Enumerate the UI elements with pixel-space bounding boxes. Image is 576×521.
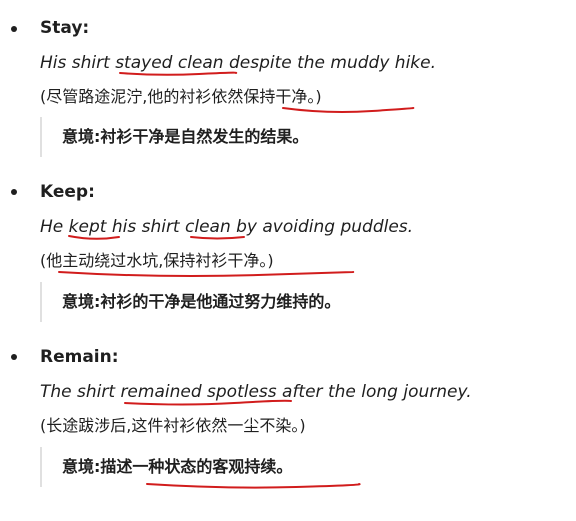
term-heading: Stay: xyxy=(40,17,89,39)
red-underline xyxy=(119,70,238,78)
red-underline xyxy=(58,270,355,278)
highlighted-translation: 他主动绕过水坑,保持衬衫干净。 xyxy=(46,251,268,270)
note-text-part: 意境:描述 xyxy=(62,457,133,476)
term-label: Keep xyxy=(40,182,89,202)
translation: (长途跋涉后,这件衬衫依然一尘不染。) xyxy=(40,415,306,437)
note-block: 意境:衬衫干净是自然发生的结果。 xyxy=(40,117,562,157)
term-heading: Remain: xyxy=(40,346,119,368)
example-text: after the long journey. xyxy=(276,382,472,402)
note-block: 意境:描述一种状态的客观持续。 xyxy=(40,447,562,487)
bullet xyxy=(11,189,17,195)
note-text: 意境:描述一种状态的客观持续。 xyxy=(62,456,292,478)
example-text: His shirt xyxy=(40,53,116,73)
translation-text: (尽管路途泥泞,他的衬衫 xyxy=(40,87,212,106)
bullet xyxy=(11,354,17,360)
red-underline xyxy=(146,482,361,490)
term-heading: Keep: xyxy=(40,181,95,203)
note-block: 意境:衬衫的干净是他通过努力维持的。 xyxy=(40,282,562,322)
red-underline xyxy=(282,106,415,114)
term-colon: : xyxy=(82,18,90,38)
term-colon: : xyxy=(111,347,119,367)
translation: (他主动绕过水坑,保持衬衫干净。) xyxy=(40,250,274,272)
translation: (尽管路途泥泞,他的衬衫依然保持干净。) xyxy=(40,86,322,108)
term-label: Stay xyxy=(40,18,83,38)
example-text: He xyxy=(40,217,69,237)
translation-text: ) xyxy=(315,87,322,106)
note-text: 意境:衬衫的干净是他通过努力维持的。 xyxy=(62,292,341,311)
term-label: Remain xyxy=(40,347,112,367)
bullet xyxy=(11,26,17,32)
translation-text: ) xyxy=(267,251,274,270)
translation-text: (长途跋涉后,这件衬衫依然一尘不染。) xyxy=(40,416,306,435)
note-text: 意境:衬衫干净是自然发生的结果。 xyxy=(62,127,309,146)
highlighted-translation: 依然保持干净。 xyxy=(211,87,316,106)
highlighted-note: 一种状态的客观持续。 xyxy=(132,457,293,476)
red-underline xyxy=(190,234,245,242)
example-text: by avoiding puddles. xyxy=(230,217,414,237)
term-colon: : xyxy=(88,182,95,202)
red-underline xyxy=(124,399,292,407)
example-text: The shirt xyxy=(40,382,121,402)
example-text: despite the muddy hike. xyxy=(223,53,437,73)
example-sentence: His shirt stayed clean despite the muddy… xyxy=(40,52,436,74)
red-underline xyxy=(68,234,120,242)
